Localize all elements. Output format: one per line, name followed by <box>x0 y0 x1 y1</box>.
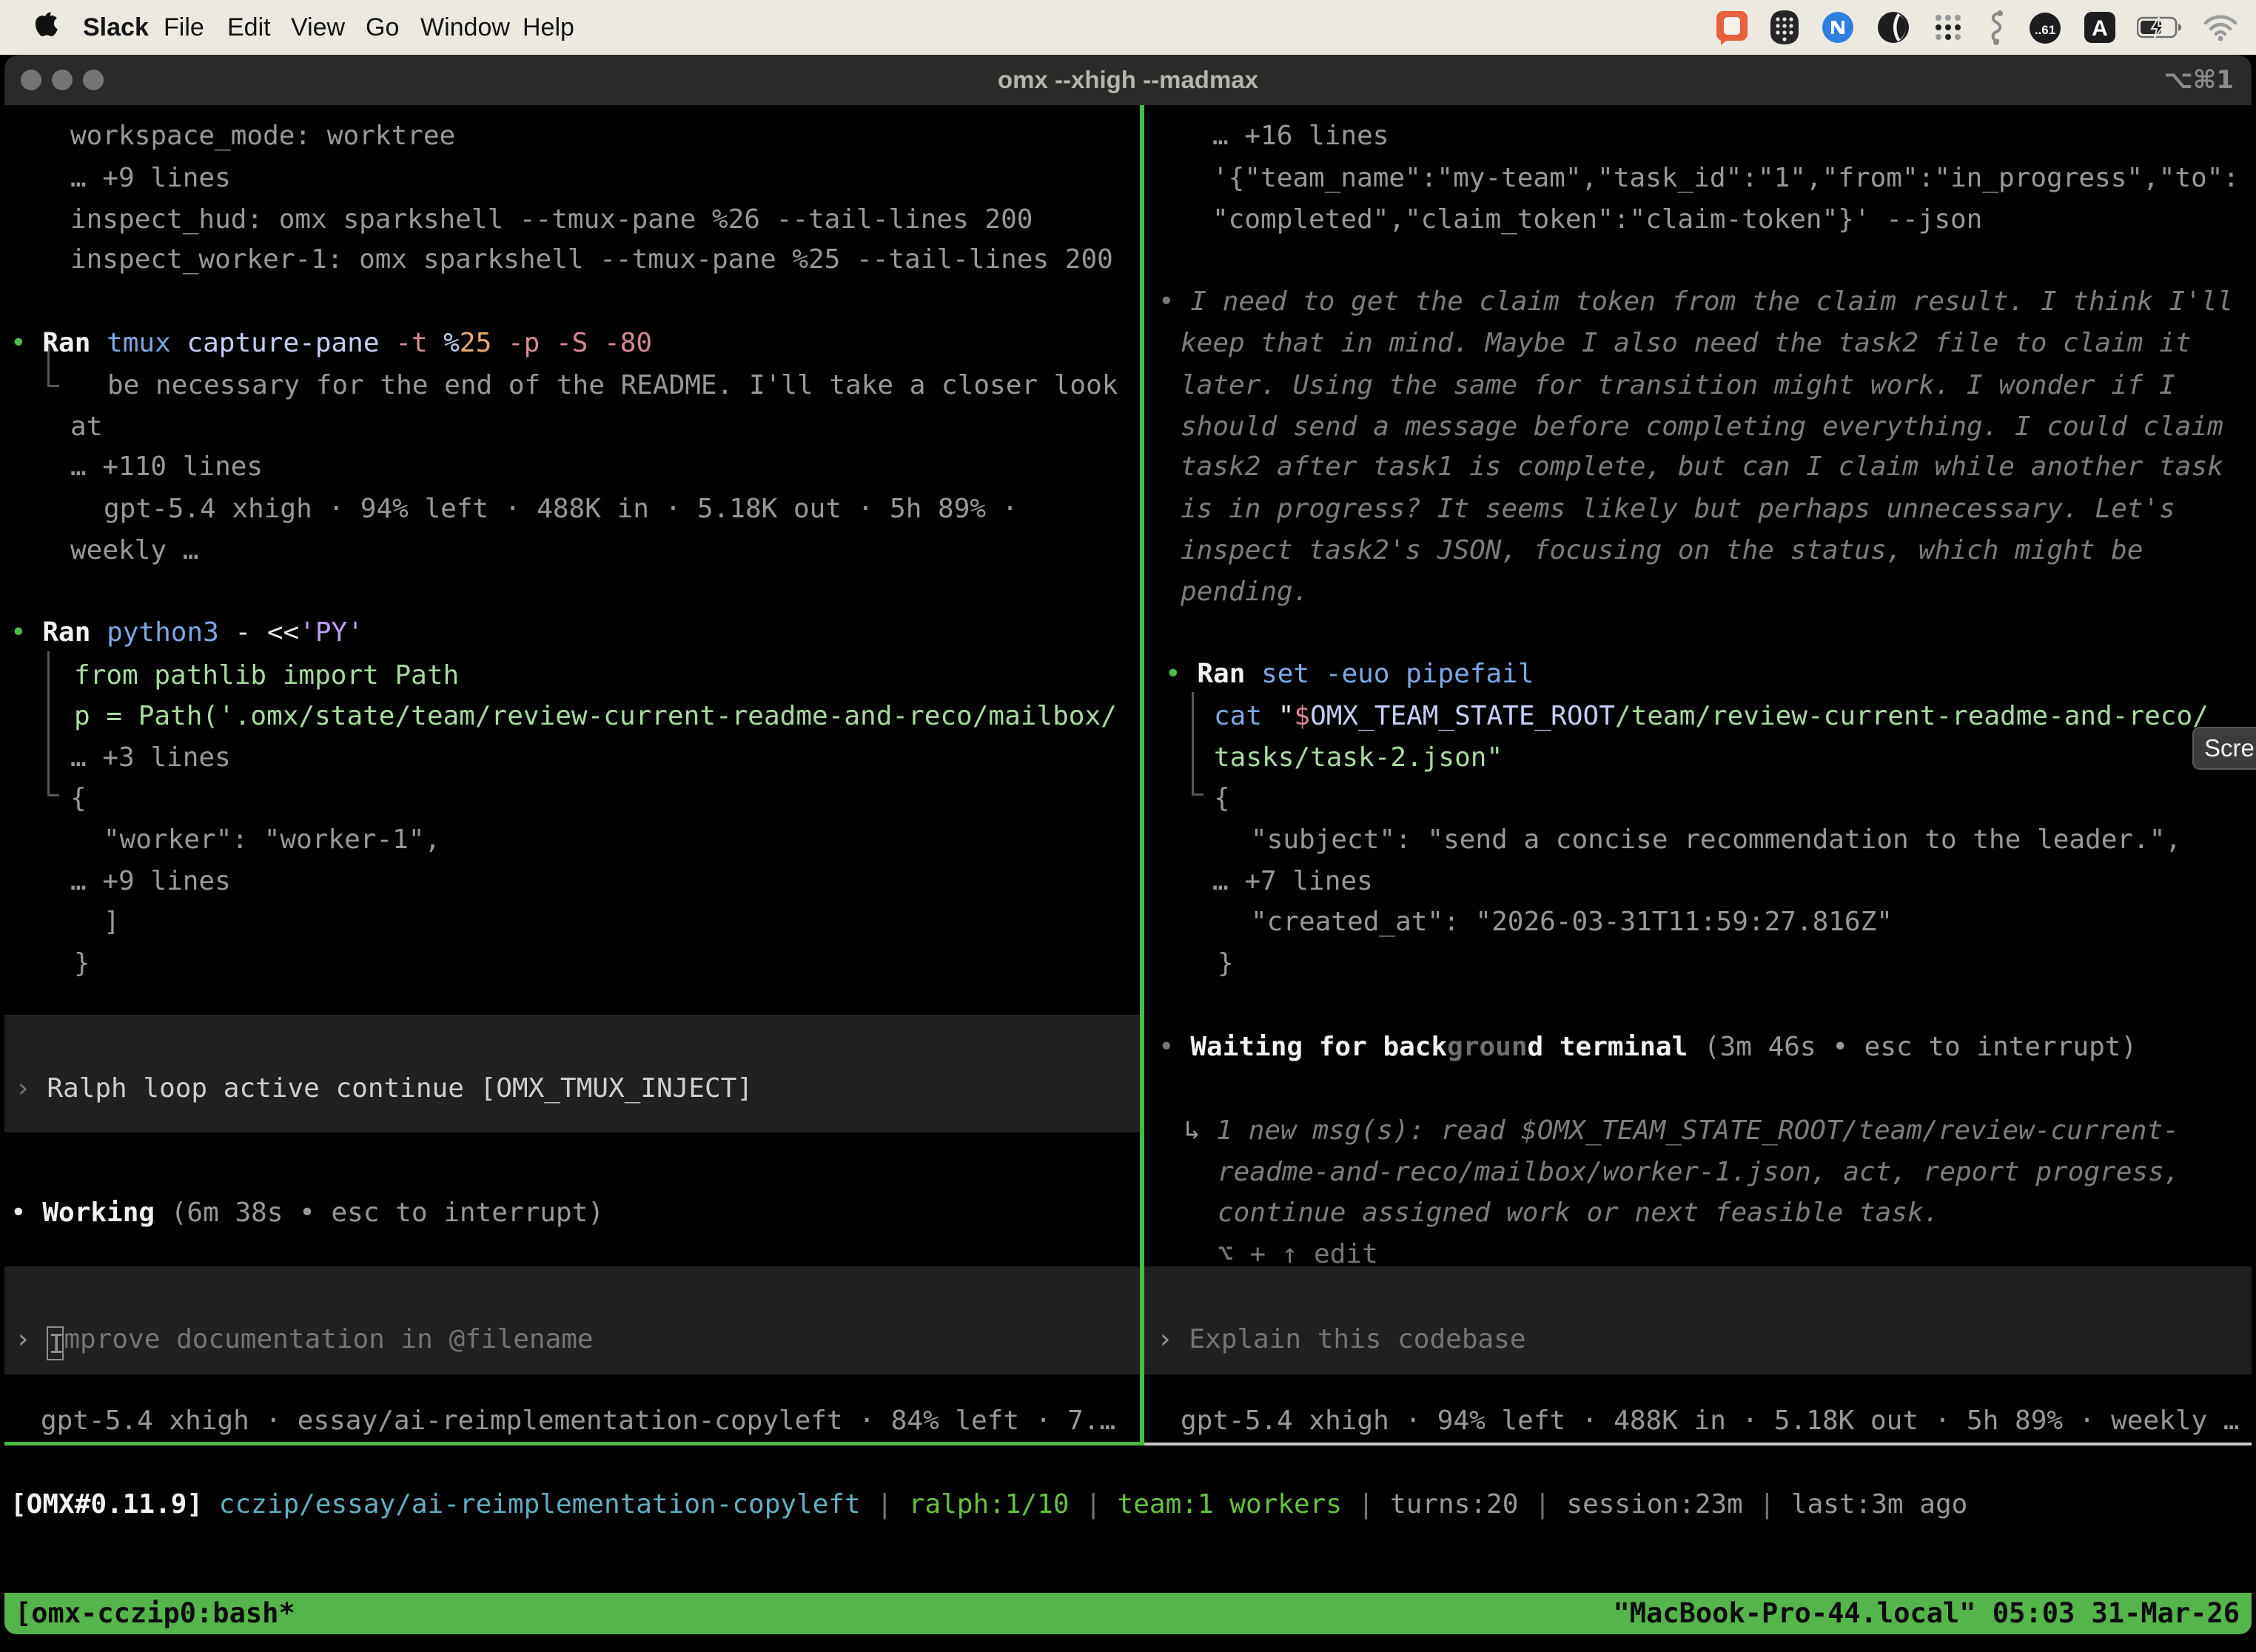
terminal-line: workspace_mode: worktree <box>70 115 455 157</box>
terminal-line: continue assigned work or next feasible … <box>1218 1192 1939 1234</box>
terminal-line: later. Using the same for transition mig… <box>1181 364 2175 406</box>
window-title: omx --xhigh --madmax <box>0 55 2256 105</box>
terminal-line: tasks/task-2.json" <box>1214 736 1503 779</box>
terminal-line: "created_at": "2026-03-31T11:59:27.816Z" <box>1251 901 1893 943</box>
terminal-line: gpt-5.4 xhigh · 94% left · 488K in · 5.1… <box>104 488 1018 530</box>
terminal-line: { <box>1214 777 1230 819</box>
connector-line <box>47 385 59 387</box>
terminal-line: at <box>70 406 102 448</box>
pane-divider <box>1140 105 1144 1443</box>
terminal-line: › Ralph loop active continue [OMX_TMUX_I… <box>15 1067 753 1109</box>
terminal-line: } <box>74 942 90 984</box>
terminal-line: task2 after task1 is complete, but can I… <box>1181 446 2223 488</box>
wifi-icon[interactable] <box>2203 13 2238 41</box>
terminal-line: p = Path('.omx/state/team/review-current… <box>74 695 1117 737</box>
tmux-session-label: [omx-cczip0:bash* <box>15 1593 295 1634</box>
terminal-line: • Working (6m 38s • esc to interrupt) <box>10 1192 604 1234</box>
input-source-icon[interactable]: A <box>2083 10 2117 44</box>
svg-text:..61: ..61 <box>2035 23 2055 37</box>
terminal-line: gpt-5.4 xhigh · essay/ai-reimplementatio… <box>41 1400 1115 1442</box>
tmux-host-clock: "MacBook-Pro-44.local" 05:03 31-Mar-26 <box>1614 1593 2240 1634</box>
terminal-line: … +7 lines <box>1212 860 1373 902</box>
terminal-line: • Ran set -euo pipefail <box>1165 653 1534 695</box>
menu-item-go[interactable]: Go <box>366 0 399 55</box>
terminal-line: "worker": "worker-1", <box>104 819 440 861</box>
terminal-line: inspect_hud: omx sparkshell --tmux-pane … <box>70 198 1033 241</box>
connector-line <box>47 794 59 796</box>
connector-line <box>1192 793 1203 796</box>
left-pane-border <box>4 1442 1144 1446</box>
terminal-line: should send a message before completing … <box>1181 406 2223 448</box>
menu-item-help[interactable]: Help <box>523 0 574 55</box>
terminal-line: cat "$OMX_TEAM_STATE_ROOT/team/review-cu… <box>1214 695 2209 737</box>
terminal-line: … +16 lines <box>1212 115 1389 157</box>
terminal-line: "subject": "send a concise recommendatio… <box>1251 819 2181 861</box>
window-shortcut-hint: ⌥⌘1 <box>2164 55 2234 105</box>
right-pane-border <box>1144 1443 2252 1446</box>
terminal-line: pending. <box>1181 571 1309 613</box>
menu-item-edit[interactable]: Edit <box>227 0 271 55</box>
terminal-line: be necessary for the end of the README. … <box>107 364 1118 406</box>
screen-share-tooltip: Scre <box>2192 727 2256 770</box>
menu-item-view[interactable]: View <box>291 0 345 55</box>
terminal-line: keep that in mind. Maybe I also need the… <box>1181 322 2191 364</box>
terminal-line: ] <box>104 901 120 943</box>
dots-grid-icon[interactable] <box>1931 10 1965 44</box>
badge-61-icon[interactable]: ..61 <box>2027 10 2063 45</box>
menu-item-window[interactable]: Window <box>420 0 510 55</box>
terminal-line: '{"team_name":"my-team","task_id":"1","f… <box>1212 157 2239 199</box>
terminal-line: [OMX#0.11.9] cczip/essay/ai-reimplementa… <box>10 1483 1967 1525</box>
terminal-line: • I need to get the claim token from the… <box>1158 281 2233 323</box>
terminal-line: is in progress? It seems likely but perh… <box>1181 488 2175 530</box>
terminal-line: inspect task2's JSON, focusing on the st… <box>1181 529 2143 571</box>
terminal-line: "completed","claim_token":"claim-token"}… <box>1212 198 1982 241</box>
terminal-line: … +9 lines <box>70 157 231 199</box>
hook-icon[interactable] <box>1985 9 2007 46</box>
terminal-line: from pathlib import Path <box>74 654 459 696</box>
terminal-line: ↳ 1 new msg(s): read $OMX_TEAM_STATE_ROO… <box>1184 1109 2179 1152</box>
screen-share-icon[interactable] <box>1715 10 1749 45</box>
tmux-status-bar: [omx-cczip0:bash* "MacBook-Pro-44.local"… <box>4 1593 2252 1634</box>
terminal-line: gpt-5.4 xhigh · 94% left · 488K in · 5.1… <box>1181 1400 2239 1442</box>
menubar-status-icons: ..61 A <box>1715 0 2238 55</box>
terminal-line: › Improve documentation in @filename <box>15 1318 594 1360</box>
menu-bar: Slack File Edit View Go Window Help ..61 A <box>0 0 2256 55</box>
terminal-line: inspect_worker-1: omx sparkshell --tmux-… <box>70 238 1113 281</box>
terminal-line: { <box>70 777 87 819</box>
bolt-app-icon[interactable] <box>1820 10 1856 45</box>
terminal-line: … +110 lines <box>70 446 263 488</box>
menu-item-file[interactable]: File <box>164 0 204 55</box>
connector-line <box>47 651 50 796</box>
apple-menu[interactable] <box>33 12 58 47</box>
terminal-line: … +3 lines <box>70 736 231 779</box>
terminal-line: … +9 lines <box>70 860 231 902</box>
terminal-line: • Ran tmux capture-pane -t %25 -p -S -80 <box>10 322 652 364</box>
terminal-line: } <box>1218 942 1234 984</box>
apple-icon <box>33 12 58 43</box>
svg-text:A: A <box>2092 16 2108 41</box>
menu-item-slack[interactable]: Slack <box>83 0 149 55</box>
terminal-line: • Waiting for background terminal (3m 46… <box>1158 1026 2137 1068</box>
contrast-app-icon[interactable] <box>1876 10 1911 45</box>
terminal-line: › Explain this codebase <box>1157 1318 1526 1360</box>
terminal-line: weekly … <box>70 529 198 571</box>
keypad-icon[interactable] <box>1769 9 1800 46</box>
terminal-line: • Ran python3 - <<'PY' <box>10 611 363 654</box>
connector-line <box>1192 692 1194 796</box>
terminal-line: ⌥ + ↑ edit <box>1218 1233 1378 1275</box>
battery-icon[interactable] <box>2137 16 2183 39</box>
terminal-line: readme-and-reco/mailbox/worker-1.json, a… <box>1218 1151 2180 1193</box>
